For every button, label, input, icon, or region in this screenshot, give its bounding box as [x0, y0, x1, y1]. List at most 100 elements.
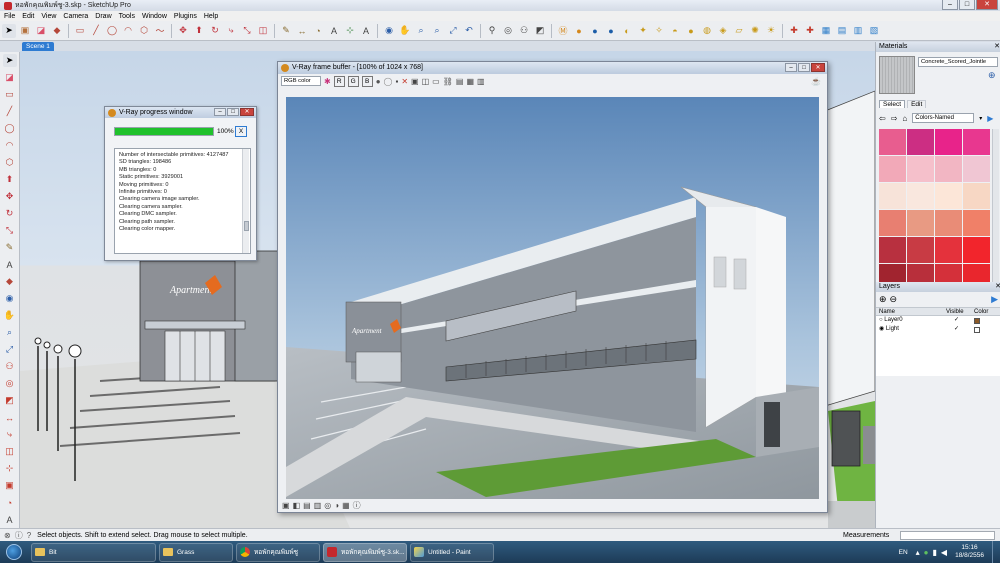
plugin-tool-2-icon[interactable]: ✚: [803, 24, 817, 38]
render-icon[interactable]: ▥: [477, 77, 485, 86]
menu-camera[interactable]: Camera: [63, 13, 88, 20]
levels-icon[interactable]: ▤: [303, 501, 311, 510]
layer-visible-checkbox[interactable]: ✓: [946, 316, 974, 325]
clock[interactable]: 15:16 18/8/2556: [955, 544, 984, 560]
start-button[interactable]: [0, 541, 28, 563]
lens-effects-icon[interactable]: ◎: [324, 501, 331, 510]
history-icon[interactable]: ▤: [456, 77, 464, 86]
maximize-button[interactable]: □: [798, 63, 810, 72]
rectangle-icon[interactable]: ▭: [3, 88, 17, 101]
vray-plane-icon[interactable]: ▱: [732, 24, 746, 38]
eraser-icon[interactable]: ◪: [3, 71, 17, 84]
material-swatch[interactable]: [907, 183, 934, 209]
maximize-button[interactable]: □: [959, 0, 975, 10]
materials-panel-header[interactable]: Materials ✕: [876, 42, 1000, 52]
layer-color-swatch[interactable]: [974, 317, 980, 324]
plugin-tool-1-icon[interactable]: ✚: [787, 24, 801, 38]
3d-text-icon[interactable]: A: [3, 513, 17, 526]
material-swatch[interactable]: [963, 156, 990, 182]
duplicate-icon[interactable]: ▣: [411, 77, 419, 86]
rotate-icon[interactable]: ↻: [208, 24, 222, 38]
scale-icon[interactable]: ⤡: [240, 24, 254, 38]
vray-ies-icon[interactable]: ✺: [748, 24, 762, 38]
material-swatch[interactable]: [935, 210, 962, 236]
material-swatch[interactable]: [935, 156, 962, 182]
text-icon[interactable]: A: [3, 258, 17, 271]
protractor-icon[interactable]: ◔: [3, 496, 17, 509]
cancel-render-button[interactable]: X: [235, 126, 247, 137]
section-plane-icon[interactable]: ◩: [3, 394, 17, 407]
teapot-render-icon[interactable]: ☕: [811, 77, 821, 86]
exposure-icon[interactable]: ◧: [293, 501, 301, 510]
material-swatch[interactable]: [935, 183, 962, 209]
menu-draw[interactable]: Draw: [95, 13, 111, 20]
scene-tab[interactable]: Scene 1: [22, 42, 54, 51]
create-material-icon[interactable]: ⊕: [988, 70, 996, 81]
lut-icon[interactable]: ▦: [342, 501, 350, 510]
minimize-button[interactable]: –: [214, 108, 226, 116]
menu-tools[interactable]: Tools: [119, 13, 135, 20]
srgb-icon[interactable]: ◑: [334, 501, 339, 510]
help-icon[interactable]: ?: [27, 531, 31, 540]
menu-view[interactable]: View: [41, 13, 56, 20]
log-scrollbar[interactable]: [242, 149, 249, 253]
layer-details-icon[interactable]: ▶: [991, 294, 998, 305]
material-swatch[interactable]: [879, 237, 906, 263]
offset-icon[interactable]: ◫: [256, 24, 270, 38]
vray-sun-icon[interactable]: ☀: [764, 24, 778, 38]
material-swatch[interactable]: [907, 129, 934, 155]
show-hidden-icons-icon[interactable]: ▴: [916, 548, 920, 557]
tab-edit[interactable]: Edit: [907, 100, 927, 108]
follow-me-icon[interactable]: ⤷: [224, 24, 238, 38]
arc-icon[interactable]: ◠: [121, 24, 135, 38]
axes-icon[interactable]: ⊹: [3, 462, 17, 475]
orbit-icon[interactable]: ◉: [382, 24, 396, 38]
arc-icon[interactable]: ◠: [3, 139, 17, 152]
taskbar-item-chrome[interactable]: หอพักคุณพิมพ์ชู: [236, 542, 320, 562]
zoom-icon[interactable]: ⌕: [3, 326, 17, 339]
vray-proxy-icon[interactable]: ◈: [716, 24, 730, 38]
3d-text-icon[interactable]: A: [359, 24, 373, 38]
material-swatch[interactable]: [963, 237, 990, 263]
details-arrow-icon[interactable]: ▶: [987, 114, 993, 123]
channel-select[interactable]: RGB color: [281, 76, 321, 86]
pixel-info-icon[interactable]: ⓘ: [353, 500, 361, 511]
track-mouse-icon[interactable]: ◫: [422, 77, 430, 86]
zoom-icon[interactable]: ⌕: [414, 24, 428, 38]
select-tool-icon[interactable]: ➤: [2, 23, 16, 38]
language-indicator[interactable]: EN: [899, 549, 908, 556]
taskbar-item-sketchup[interactable]: หอพักคุณพิมพ์ชู-3.sk...: [323, 542, 407, 562]
material-swatch[interactable]: [879, 210, 906, 236]
axes-icon[interactable]: ⊹: [343, 24, 357, 38]
zoom-extents-icon[interactable]: ⤢: [446, 24, 460, 38]
component-icon[interactable]: ▣: [3, 479, 17, 492]
look-around-icon[interactable]: ◎: [3, 377, 17, 390]
dimension-icon[interactable]: ↔: [295, 24, 309, 38]
plugin-tool-3-icon[interactable]: ▦: [819, 24, 833, 38]
material-swatch[interactable]: [907, 210, 934, 236]
layers-panel-header[interactable]: Layers ✕: [876, 282, 1000, 292]
minimize-button[interactable]: –: [942, 0, 958, 10]
vray-spot-icon[interactable]: ✧: [652, 24, 666, 38]
remove-layer-icon[interactable]: ⊖: [890, 294, 898, 305]
save-image-icon[interactable]: ▪: [396, 77, 399, 86]
vray-mesh-icon[interactable]: ◍: [700, 24, 714, 38]
menu-edit[interactable]: Edit: [22, 13, 34, 20]
zoom-window-icon[interactable]: ⌕: [430, 24, 444, 38]
layer-visible-checkbox[interactable]: ✓: [946, 325, 974, 334]
pan-icon[interactable]: ✋: [398, 24, 412, 38]
push-pull-icon[interactable]: ⬆: [3, 173, 17, 186]
whatsapp-icon[interactable]: ●: [924, 548, 929, 557]
library-select[interactable]: Colors-Named: [912, 113, 975, 123]
eraser-icon[interactable]: ◪: [34, 24, 48, 38]
vray-light-icon[interactable]: ●: [604, 24, 618, 38]
rectangle-icon[interactable]: ▭: [73, 24, 87, 38]
geo-location-icon[interactable]: ⊗: [4, 531, 11, 540]
close-button[interactable]: ✕: [811, 63, 825, 72]
material-swatch[interactable]: [907, 156, 934, 182]
material-swatch[interactable]: [963, 129, 990, 155]
swatch-scrollbar[interactable]: [992, 129, 999, 285]
zoom-extents-icon[interactable]: ⤢: [3, 343, 17, 356]
tab-select[interactable]: Select: [879, 100, 906, 108]
paint-bucket-icon[interactable]: ◆: [50, 24, 64, 38]
